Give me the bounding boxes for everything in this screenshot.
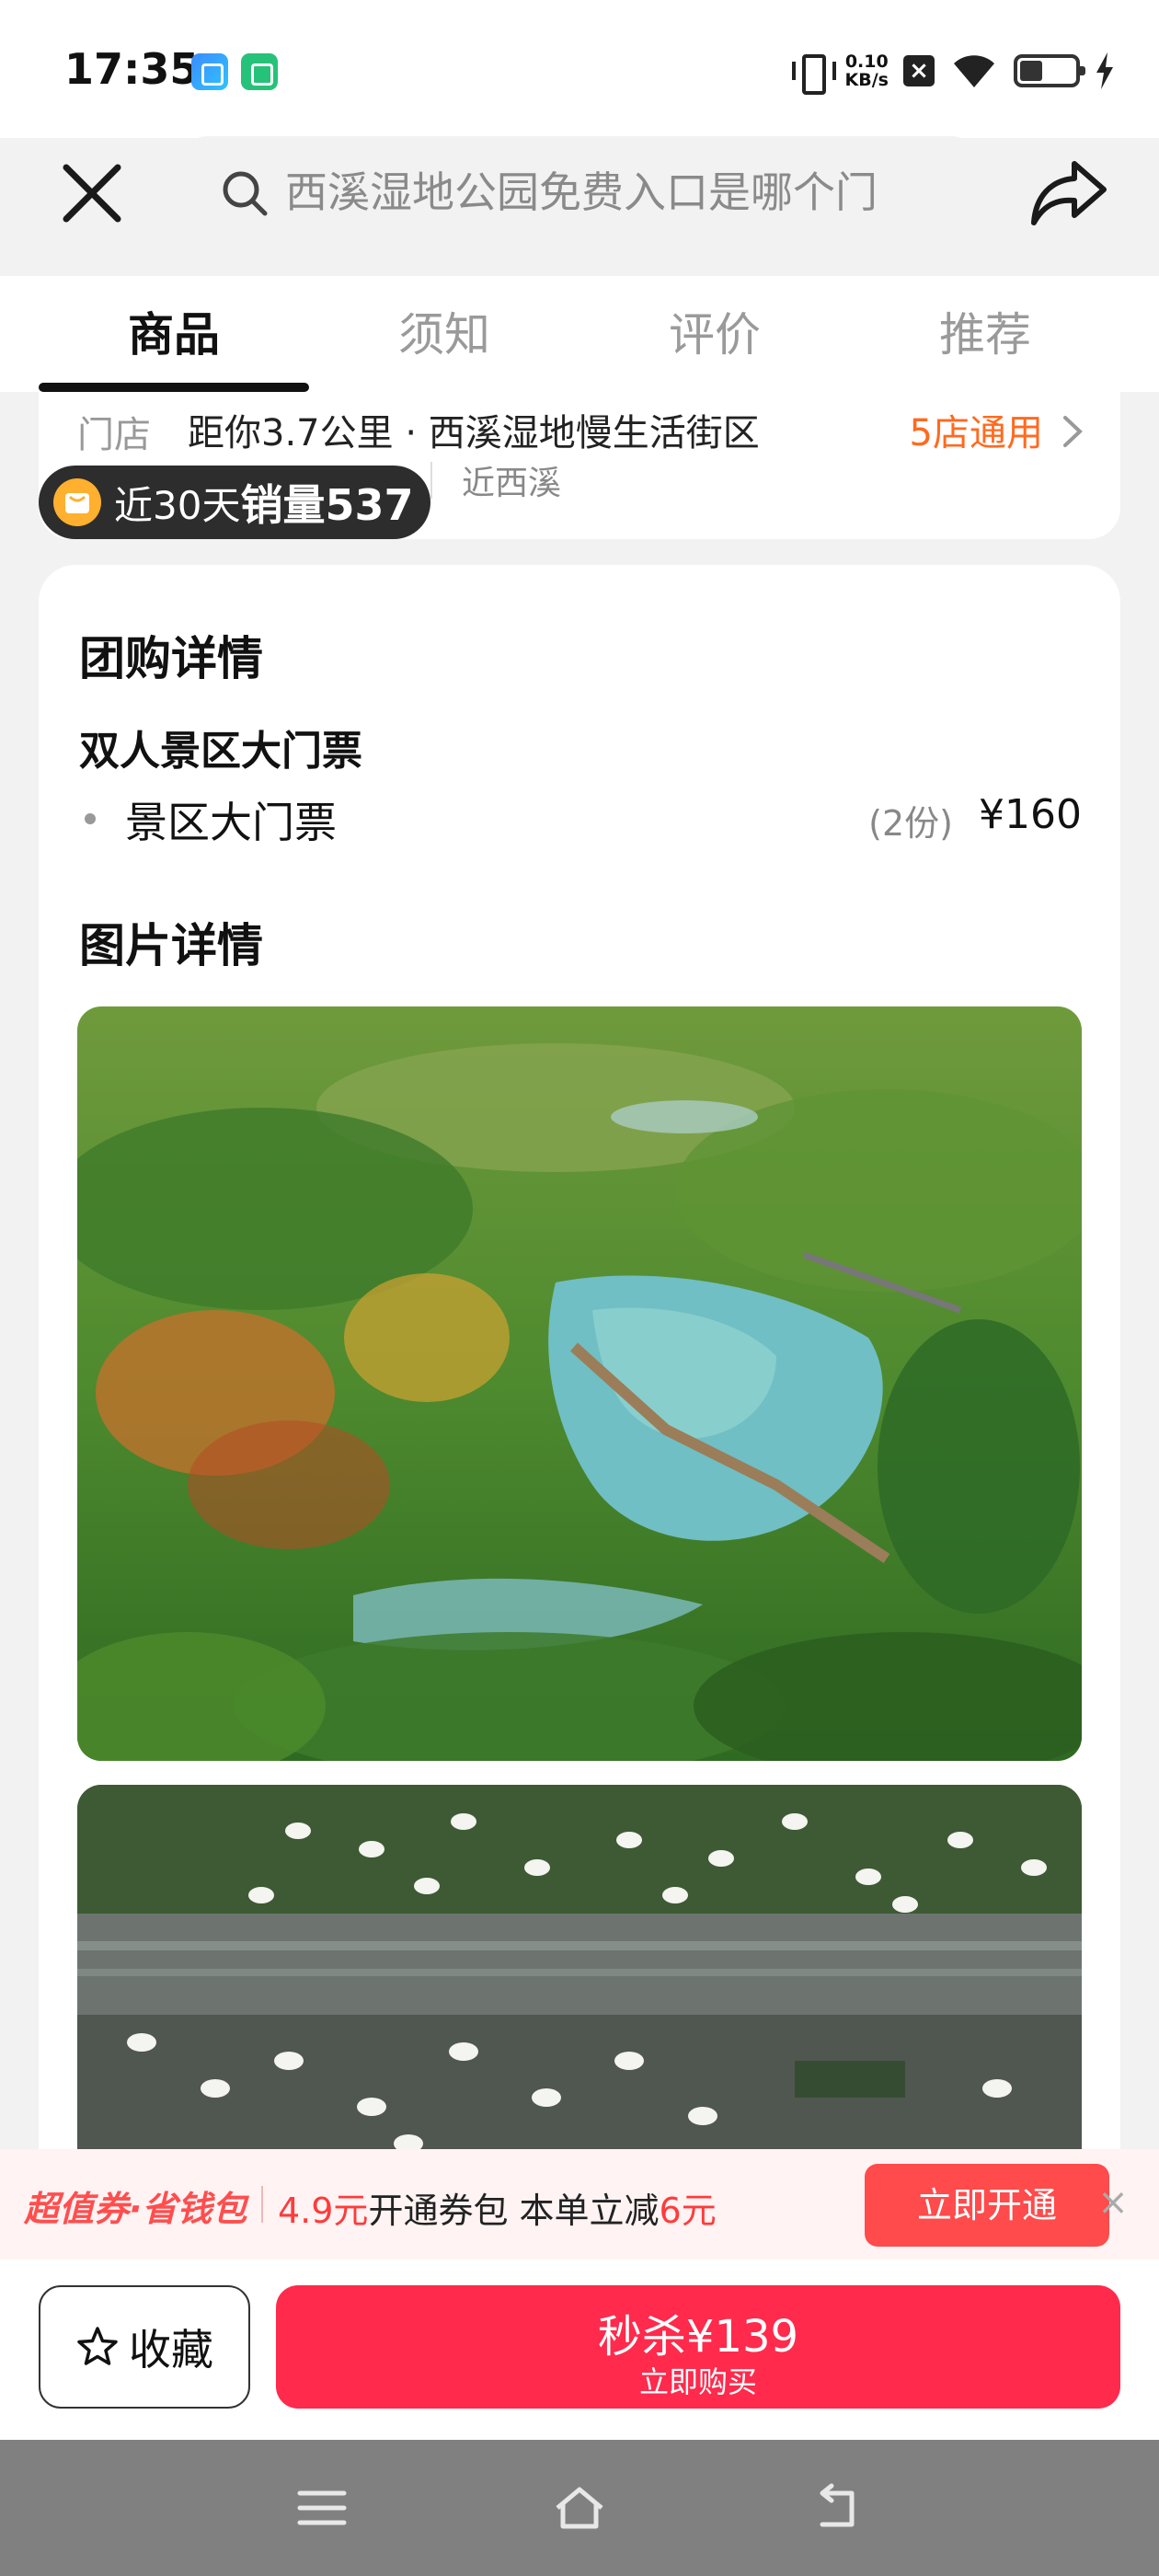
share-icon[interactable] [1030, 158, 1107, 228]
promo-text: 4.9元开通券包 本单立减6元 [278, 2182, 717, 2233]
network-speed-value: 0.10 [844, 52, 889, 72]
activate-coupon-button[interactable]: 立即开通 [865, 2164, 1109, 2247]
deal-title: 团购详情 [79, 632, 263, 685]
favorite-button[interactable]: 收藏 [39, 2285, 250, 2409]
coupon-promo-bar: 超值券·省钱包 4.9元开通券包 本单立减6元 立即开通 × [0, 2149, 1159, 2260]
network-speed-unit: KB/s [844, 70, 889, 90]
item-quantity: (2份) [868, 803, 953, 844]
pictures-title: 图片详情 [79, 919, 263, 972]
stores-link[interactable]: 5店通用 [910, 403, 1043, 456]
shopping-bag-icon [53, 478, 101, 526]
bullet [85, 813, 96, 824]
flash-sale-price: 秒杀¥139 [597, 2311, 799, 2363]
tab-reviews[interactable]: 评价 [580, 298, 850, 364]
back-icon[interactable] [809, 2480, 865, 2536]
search-icon [223, 171, 268, 216]
deal-subtitle: 双人景区大门票 [79, 728, 362, 775]
sales-badge: 近30天 销量537 [39, 466, 430, 539]
favorite-label: 收藏 [129, 2325, 213, 2375]
deal-detail-card: 团购详情 双人景区大门票 景区大门票 (2份) ¥160 图片详情 [39, 565, 1120, 2171]
tab-recommend[interactable]: 推荐 [850, 298, 1120, 364]
sales-value: 销量537 [240, 480, 414, 530]
sales-prefix: 近30天 [114, 482, 241, 528]
search-input[interactable]: 西溪湿地公园免费入口是哪个门 [180, 136, 979, 250]
tab-product[interactable]: 商品 [39, 298, 309, 364]
status-time: 17:35 [64, 44, 200, 94]
search-placeholder: 西溪湿地公园免费入口是哪个门 [285, 167, 878, 217]
vibrate-icon [790, 51, 836, 95]
tab-notice[interactable]: 须知 [309, 298, 580, 364]
promo-description: 开通券包 本单立减 [368, 2191, 660, 2231]
charging-icon [1096, 52, 1113, 89]
status-indicators: 0.10 KB/s × [790, 48, 1115, 95]
promo-price: 4.9元 [278, 2191, 369, 2231]
item-price: ¥160 [979, 791, 1082, 838]
app-notification-icon [191, 53, 228, 90]
status-bar: 17:35 0.10 KB/s × [0, 0, 1159, 138]
promo-close-button[interactable]: × [1095, 2175, 1131, 2230]
egrets-wetland-image [77, 1785, 1082, 2171]
system-nav-bar [0, 2440, 1159, 2576]
star-icon [77, 2327, 118, 2365]
deal-item-row: 景区大门票 (2份) ¥160 [79, 786, 1082, 850]
buy-now-button[interactable]: 秒杀¥139 立即购买 [276, 2285, 1120, 2409]
wetland-landscape-image [77, 1006, 1082, 1761]
tab-bar: 商品 须知 评价 推荐 [0, 276, 1159, 392]
wifi-icon [954, 55, 994, 87]
battery-icon [1014, 54, 1085, 87]
promo-brand: 超值券·省钱包 [24, 2189, 247, 2229]
chevron-right-icon [1063, 416, 1083, 447]
buy-now-label: 立即购买 [638, 2364, 757, 2399]
network-speed: 0.10 KB/s [845, 52, 889, 89]
close-icon[interactable] [55, 156, 129, 230]
tab-indicator [39, 383, 309, 392]
wetland-photo[interactable] [77, 1006, 1082, 1761]
shop-label: 门店 [77, 414, 151, 456]
app-notification-icon [241, 53, 278, 90]
shop-area: 近西溪 [462, 465, 562, 502]
close-box-icon: × [903, 55, 935, 86]
divider [261, 2186, 263, 2223]
item-name: 景区大门票 [125, 798, 337, 847]
shop-distance: 距你3.7公里 · 西溪湿地慢生活街区 [188, 412, 760, 454]
menu-icon[interactable] [294, 2480, 350, 2536]
divider [430, 462, 432, 499]
egrets-photo[interactable] [77, 1785, 1082, 2171]
promo-discount: 6元 [659, 2191, 717, 2231]
home-icon[interactable] [552, 2480, 607, 2536]
bottom-action-bar: 收藏 秒杀¥139 立即购买 [0, 2260, 1159, 2440]
